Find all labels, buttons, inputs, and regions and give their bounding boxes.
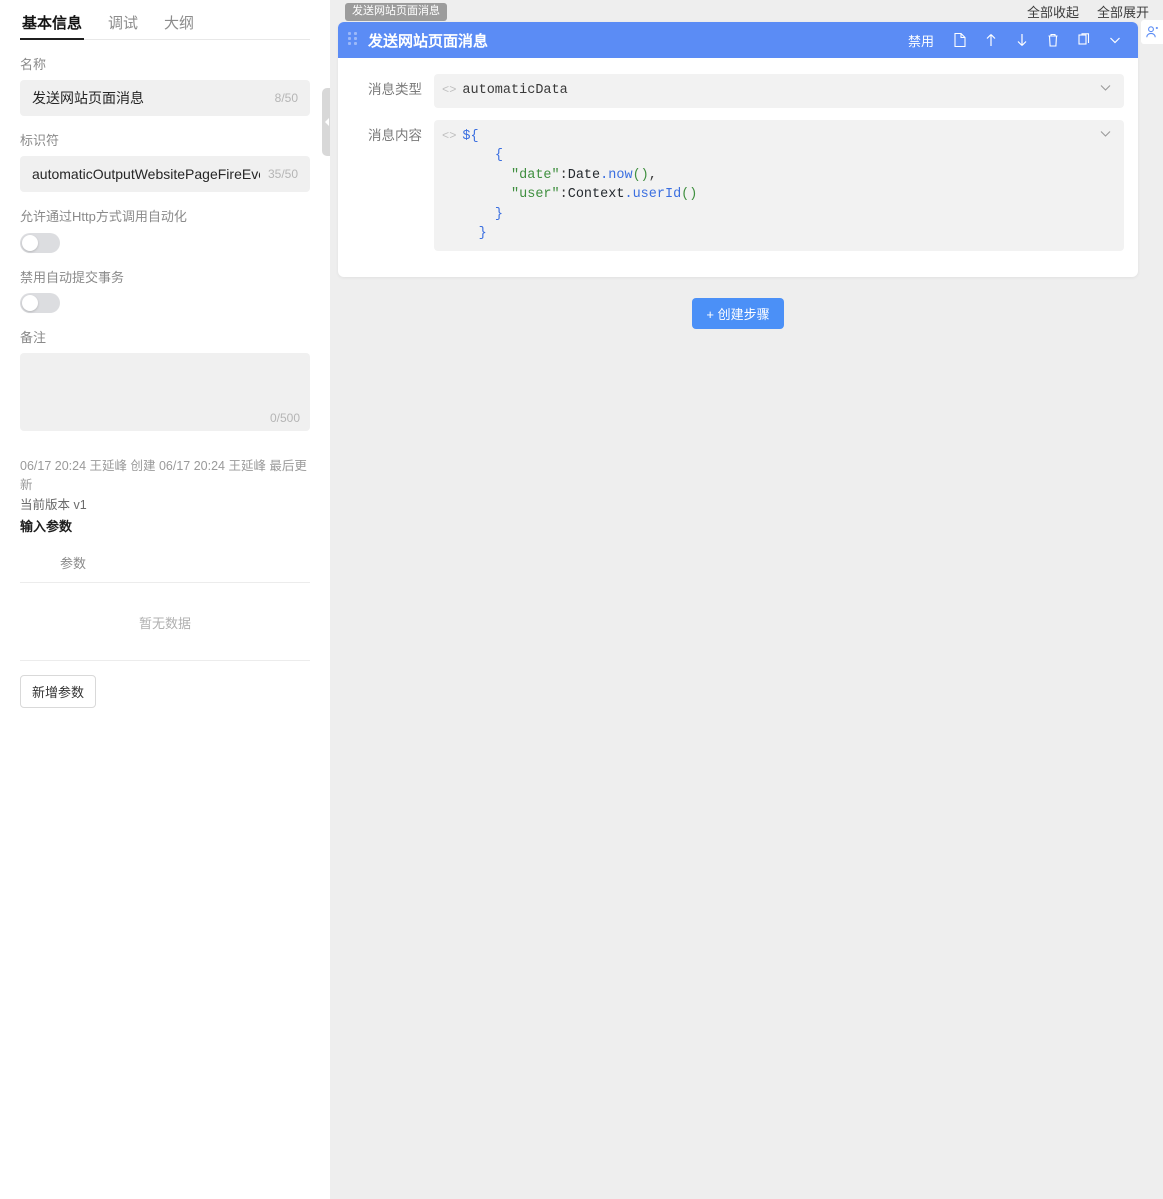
chevron-down-icon[interactable] <box>1099 127 1112 140</box>
message-content-label: 消息内容 <box>368 127 422 143</box>
identifier-input[interactable]: automaticOutputWebsitePageFireEvent 35/5… <box>20 156 310 193</box>
message-type-value: automaticData <box>462 83 568 98</box>
add-step-container: + 创建步骤 <box>338 298 1138 329</box>
tab-basic-info[interactable]: 基本信息 <box>19 16 85 40</box>
identifier-counter: 35/50 <box>267 167 298 182</box>
message-content-input[interactable]: <> ${ { "date":Date.now(), "user":Contex… <box>434 119 1124 251</box>
tab-debug[interactable]: 调试 <box>108 16 138 39</box>
identifier-input-value: automaticOutputWebsitePageFireEvent <box>32 166 260 183</box>
code-icon: <> <box>442 83 457 97</box>
params-table-header: 参数 <box>20 547 310 584</box>
audit-meta: 06/17 20:24 王延峰 创建 06/17 20:24 王延峰 最后更新 … <box>20 457 310 537</box>
step-card-body: 消息类型 <> automaticData 消息内容 <> ${{"date… <box>338 58 1138 277</box>
remark-textarea[interactable]: 0/500 <box>20 352 310 431</box>
chevron-down-icon[interactable] <box>1102 27 1128 53</box>
transaction-switch-toggle[interactable] <box>20 292 60 313</box>
node-tooltip: 发送网站页面消息 <box>345 3 447 22</box>
disable-step-button[interactable]: 禁用 <box>900 27 942 54</box>
step-card-title: 发送网站页面消息 <box>368 32 489 50</box>
create-step-button[interactable]: + 创建步骤 <box>692 298 784 329</box>
expand-all-link[interactable]: 全部展开 <box>1097 2 1149 21</box>
trash-icon[interactable] <box>1040 27 1066 53</box>
message-content-value: ${ { "date":Date.now(), "user":Context.u… <box>462 128 698 242</box>
left-panel: 基本信息 调试 大纲 名称 发送网站页面消息 8/50 标识符 automati… <box>0 0 331 1199</box>
params-table: 参数 暂无数据 新增参数 <box>20 547 310 709</box>
automation-editor: 基本信息 调试 大纲 名称 发送网站页面消息 8/50 标识符 automati… <box>0 0 1163 1199</box>
canvas-toolbar: 全部收起 全部展开 <box>330 0 1163 22</box>
message-type-row: 消息类型 <> automaticData <box>352 74 1124 108</box>
code-icon: <> <box>442 128 457 143</box>
chevron-left-icon <box>324 118 329 126</box>
http-switch-toggle[interactable] <box>20 232 60 253</box>
step-card-header: 发送网站页面消息 禁用 <box>338 22 1138 58</box>
audit-line: 06/17 20:24 王延峰 创建 06/17 20:24 王延峰 最后更新 <box>20 458 307 493</box>
message-type-label: 消息类型 <box>368 82 422 97</box>
params-table-empty: 暂无数据 <box>20 583 310 662</box>
sidebar-tabs: 基本信息 调试 大纲 <box>19 0 310 40</box>
drag-handle-icon[interactable] <box>348 32 360 48</box>
identifier-label: 标识符 <box>20 133 60 149</box>
transaction-switch-label: 禁用自动提交事务 <box>20 269 125 285</box>
remark-label: 备注 <box>20 329 47 345</box>
name-input[interactable]: 发送网站页面消息 8/50 <box>20 80 310 117</box>
tab-outline[interactable]: 大纲 <box>164 16 194 39</box>
chevron-down-icon[interactable] <box>1099 81 1112 94</box>
arrow-down-icon[interactable] <box>1009 27 1035 53</box>
message-type-input[interactable]: <> automaticData <box>434 74 1124 108</box>
arrow-up-icon[interactable] <box>978 27 1004 53</box>
user-icon[interactable] <box>1141 20 1163 44</box>
copy-icon[interactable] <box>1071 27 1097 53</box>
add-param-button[interactable]: 新增参数 <box>20 675 97 709</box>
step-card: 发送网站页面消息 禁用 消息类型 <> automaticData 消息内容 <… <box>338 22 1138 277</box>
flow-canvas: 全部收起 全部展开 发送网站页面消息 发送网站页面消息 禁用 消息类型 <> a… <box>330 0 1163 1199</box>
remark-counter: 0/500 <box>269 410 300 425</box>
step-card-actions: 禁用 <box>900 27 1128 54</box>
message-content-row: 消息内容 <> ${ { "date":Date.now(), "user":C… <box>352 119 1124 251</box>
collapse-all-link[interactable]: 全部收起 <box>1027 2 1079 21</box>
name-counter: 8/50 <box>274 91 298 106</box>
name-label: 名称 <box>20 57 47 72</box>
input-params-title: 输入参数 <box>20 519 73 535</box>
name-input-value: 发送网站页面消息 <box>32 90 144 107</box>
document-icon[interactable] <box>947 27 973 53</box>
version-line: 当前版本 v1 <box>20 497 87 512</box>
http-switch-label: 允许通过Http方式调用自动化 <box>20 209 187 225</box>
